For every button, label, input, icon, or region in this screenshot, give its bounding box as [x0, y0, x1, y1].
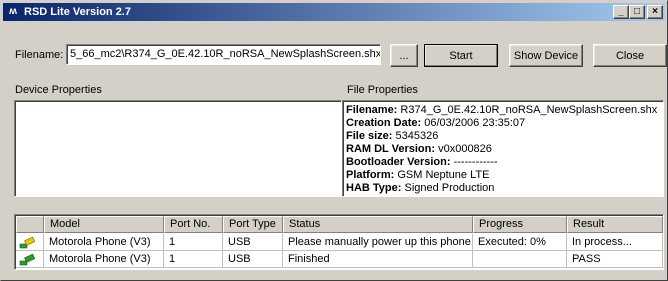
file-property-row: Creation Date: 06/03/2006 23:35:07 — [346, 117, 526, 129]
column-header-icon[interactable] — [16, 216, 44, 233]
minimize-icon: _ — [618, 6, 624, 17]
filename-label: Filename: — [15, 49, 64, 61]
window-title: RSD Lite Version 2.7 — [24, 6, 131, 18]
file-property-row: HAB Type: Signed Production — [346, 182, 495, 194]
close-window-button[interactable]: × — [647, 5, 663, 19]
column-header-model[interactable]: Model — [44, 216, 164, 233]
cell-progress: Executed: 0% — [473, 234, 567, 251]
usb-phone-connected-icon — [19, 237, 35, 249]
row-icon-cell — [16, 234, 44, 251]
column-header-progress[interactable]: Progress — [473, 216, 567, 233]
browse-button[interactable]: ... — [390, 44, 418, 67]
close-icon: × — [652, 6, 658, 17]
column-header-port-no[interactable]: Port No. — [164, 216, 223, 233]
file-properties-panel: Filename: R374_G_0E.42.10R_noRSA_NewSpla… — [342, 100, 664, 197]
file-property-row: File size: 5345326 — [346, 130, 439, 142]
device-properties-heading: Device Properties — [15, 84, 102, 96]
file-property-row: Filename: R374_G_0E.42.10R_noRSA_NewSpla… — [346, 104, 658, 116]
file-property-row: Bootloader Version: ------------ — [346, 156, 498, 168]
column-header-status[interactable]: Status — [283, 216, 473, 233]
file-properties-heading: File Properties — [347, 84, 418, 96]
motorola-logo-icon: ʍ — [9, 6, 17, 17]
cell-port-type: USB — [223, 234, 283, 251]
start-button[interactable]: Start — [424, 44, 498, 67]
file-property-row: RAM DL Version: v0x000826 — [346, 143, 492, 155]
device-list[interactable]: Model Port No. Port Type Status Progress… — [14, 214, 664, 270]
cell-result: PASS — [567, 251, 663, 268]
cell-port-no: 1 — [164, 234, 223, 251]
column-header-port-type[interactable]: Port Type — [223, 216, 283, 233]
cell-port-no: 1 — [164, 251, 223, 268]
maximize-button[interactable]: □ — [629, 5, 645, 19]
cell-port-type: USB — [223, 251, 283, 268]
show-device-button[interactable]: Show Device — [509, 44, 583, 67]
rsd-lite-window: ʍ RSD Lite Version 2.7 _ □ × Filename: 5… — [0, 0, 668, 281]
minimize-button[interactable]: _ — [613, 5, 629, 19]
cell-model: Motorola Phone (V3) — [44, 251, 164, 268]
title-bar[interactable]: ʍ RSD Lite Version 2.7 _ □ × — [3, 3, 665, 21]
close-button[interactable]: Close — [593, 44, 667, 67]
device-properties-panel — [14, 100, 342, 197]
column-header-result[interactable]: Result — [567, 216, 663, 233]
cell-result: In process... — [567, 234, 663, 251]
file-property-row: Platform: GSM Neptune LTE — [346, 169, 490, 181]
cell-status: Please manually power up this phone. — [283, 234, 473, 251]
cell-model: Motorola Phone (V3) — [44, 234, 164, 251]
cell-status: Finished — [283, 251, 473, 268]
filename-field[interactable]: 5_66_mc2\R374_G_0E.42.10R_noRSA_NewSplas… — [66, 44, 381, 65]
usb-phone-connected-icon — [19, 254, 35, 266]
row-icon-cell — [16, 251, 44, 268]
cell-progress — [473, 251, 567, 268]
maximize-icon: □ — [633, 6, 641, 17]
